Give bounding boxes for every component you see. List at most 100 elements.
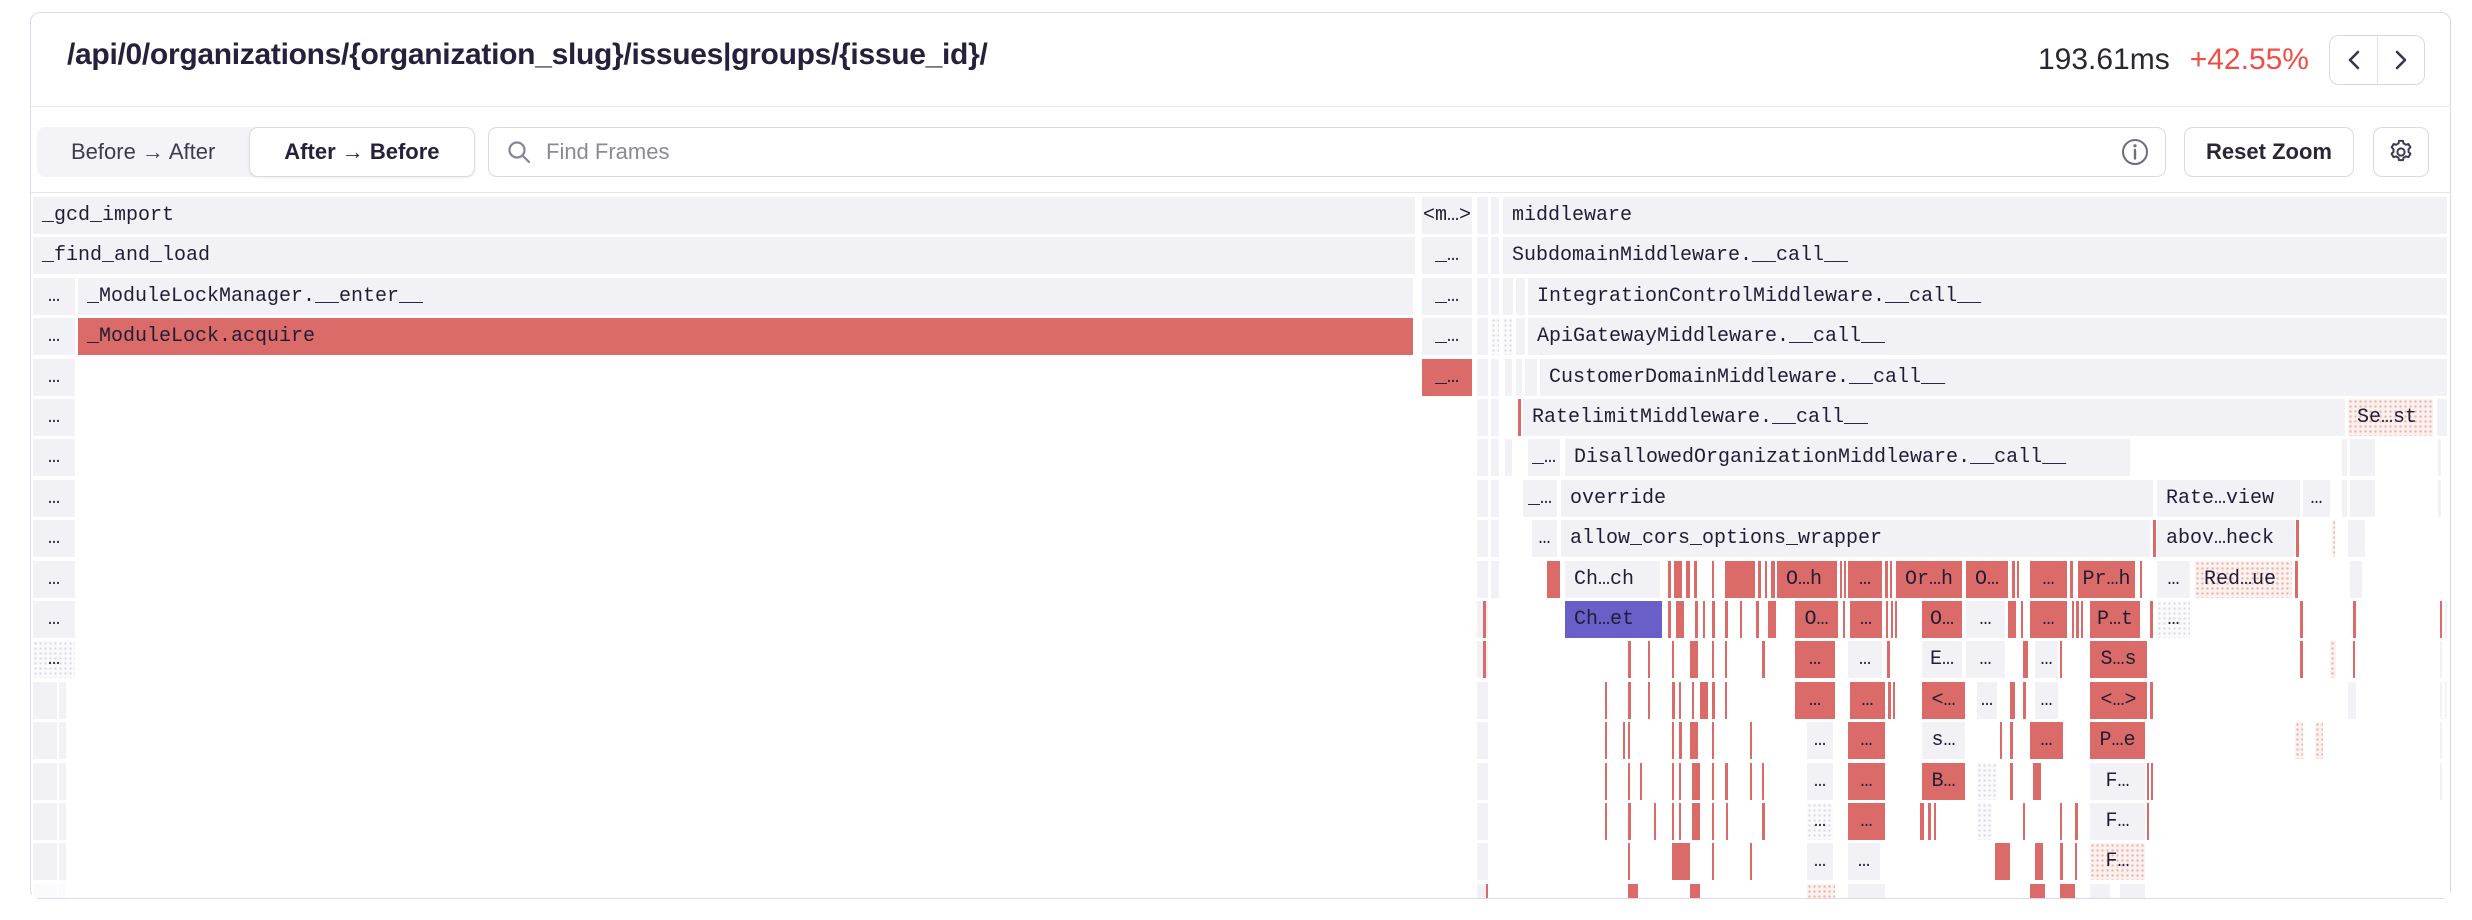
- flame-frame[interactable]: [2060, 803, 2062, 840]
- flame-frame[interactable]: [1890, 561, 1892, 598]
- flame-frame[interactable]: [2021, 601, 2023, 638]
- flame-frame[interactable]: [1885, 561, 1888, 598]
- flame-frame[interactable]: [2147, 803, 2149, 840]
- flame-frame[interactable]: CustomerDomainMiddleware.__call__: [1540, 359, 2447, 396]
- flame-frame[interactable]: [1477, 763, 1488, 800]
- flame-frame[interactable]: [2348, 682, 2356, 719]
- flame-frame[interactable]: [1491, 480, 1499, 517]
- flame-frame[interactable]: …: [33, 318, 75, 355]
- flame-frame[interactable]: [1628, 682, 1631, 719]
- flame-frame[interactable]: [1690, 722, 1698, 759]
- flame-frame[interactable]: …: [1848, 763, 1885, 800]
- flame-frame[interactable]: [2437, 399, 2447, 436]
- flame-frame[interactable]: [2350, 439, 2375, 476]
- flame-frame[interactable]: [1690, 641, 1698, 678]
- flame-frame[interactable]: [1672, 763, 1674, 800]
- flame-frame[interactable]: [2072, 601, 2074, 638]
- flame-frame[interactable]: F…: [2090, 843, 2145, 880]
- flame-frame[interactable]: [1605, 682, 1607, 719]
- flame-frame[interactable]: [1920, 803, 1924, 840]
- flame-frame[interactable]: Se…st: [2348, 399, 2433, 436]
- flame-frame[interactable]: [33, 682, 57, 719]
- flame-frame[interactable]: [2445, 601, 2447, 638]
- flame-frame[interactable]: [2342, 439, 2347, 476]
- flame-frame[interactable]: [1477, 843, 1488, 880]
- flame-frame[interactable]: Red…ue: [2195, 561, 2292, 598]
- flame-frame[interactable]: [2350, 561, 2362, 598]
- flame-frame[interactable]: P…e: [2090, 722, 2145, 759]
- flame-frame[interactable]: [1679, 682, 1681, 719]
- flame-frame[interactable]: [1844, 561, 1846, 598]
- flame-frame[interactable]: [2332, 520, 2335, 557]
- flame-frame[interactable]: …: [2030, 601, 2067, 638]
- flame-frame[interactable]: [2000, 722, 2002, 759]
- flame-frame[interactable]: [59, 884, 66, 898]
- flame-frame[interactable]: [1628, 843, 1630, 880]
- flame-frame[interactable]: O…: [1795, 601, 1838, 638]
- flame-frame[interactable]: Ch…et: [1565, 601, 1662, 638]
- flame-frame[interactable]: [2010, 722, 2013, 759]
- flame-frame[interactable]: [1525, 359, 1537, 396]
- flame-frame[interactable]: [59, 843, 66, 880]
- flame-frame[interactable]: [1840, 561, 1842, 598]
- flame-frame[interactable]: <…: [1922, 682, 1965, 719]
- flame-frame[interactable]: [1768, 601, 1776, 638]
- flame-frame[interactable]: [1886, 601, 1888, 638]
- flame-frame[interactable]: [1893, 682, 1895, 719]
- flame-frame[interactable]: [2076, 601, 2079, 638]
- flame-frame[interactable]: [1703, 601, 1705, 638]
- flame-frame[interactable]: [59, 763, 66, 800]
- flame-frame[interactable]: [33, 884, 57, 898]
- flame-frame[interactable]: …: [33, 399, 75, 436]
- flame-frame[interactable]: [1765, 561, 1767, 598]
- flame-frame[interactable]: …: [1966, 641, 2005, 678]
- flame-frame[interactable]: [1934, 803, 1936, 840]
- flame-frame[interactable]: _find_and_load: [33, 237, 1415, 274]
- flame-frame[interactable]: [2153, 520, 2156, 557]
- flame-frame[interactable]: Or…h: [1896, 561, 1962, 598]
- flame-frame[interactable]: [1516, 278, 1525, 315]
- flame-frame[interactable]: _…: [1528, 439, 1560, 476]
- flame-frame[interactable]: [1756, 601, 1759, 638]
- flame-frame[interactable]: [1477, 439, 1488, 476]
- flame-frame[interactable]: [1843, 601, 1845, 638]
- flame-frame[interactable]: [1750, 843, 1752, 880]
- flame-frame[interactable]: …: [2030, 561, 2067, 598]
- flame-frame[interactable]: [2440, 682, 2442, 719]
- flame-frame[interactable]: [1672, 843, 1690, 880]
- flame-frame[interactable]: …: [1807, 763, 1833, 800]
- flame-frame[interactable]: [1491, 439, 1499, 476]
- flame-frame[interactable]: [1977, 803, 1992, 840]
- flame-frame[interactable]: [2060, 641, 2062, 678]
- flame-frame[interactable]: [1491, 318, 1499, 355]
- flame-frame[interactable]: [2150, 601, 2153, 638]
- flame-frame[interactable]: [2342, 480, 2347, 517]
- flame-frame[interactable]: [1477, 359, 1488, 396]
- flame-frame[interactable]: …: [1807, 843, 1833, 880]
- flame-frame[interactable]: [1895, 601, 1897, 638]
- flame-frame[interactable]: Rate…view: [2157, 480, 2300, 517]
- flame-frame[interactable]: [33, 763, 57, 800]
- flame-frame[interactable]: [1679, 722, 1682, 759]
- flame-frame[interactable]: [1740, 601, 1742, 638]
- flame-frame[interactable]: [2081, 601, 2083, 638]
- flame-frame[interactable]: [1977, 763, 1997, 800]
- flame-frame[interactable]: [1491, 278, 1499, 315]
- reset-zoom-button[interactable]: Reset Zoom: [2184, 127, 2354, 177]
- flame-frame[interactable]: [59, 722, 66, 759]
- flame-frame[interactable]: …: [1848, 803, 1885, 840]
- flame-frame[interactable]: …: [2157, 561, 2190, 598]
- flame-frame[interactable]: …: [1807, 722, 1833, 759]
- flame-frame[interactable]: [1605, 803, 1607, 840]
- flame-frame[interactable]: [1725, 641, 1727, 678]
- flame-frame[interactable]: [1477, 803, 1488, 840]
- flame-frame[interactable]: O…: [1922, 601, 1962, 638]
- flame-frame[interactable]: [1491, 237, 1499, 274]
- flame-frame[interactable]: …: [1795, 682, 1835, 719]
- flame-frame[interactable]: …: [33, 480, 75, 517]
- flame-frame[interactable]: P…t: [2090, 601, 2140, 638]
- flame-frame[interactable]: [1995, 843, 2010, 880]
- flame-frame[interactable]: [2295, 722, 2303, 759]
- before-after-button[interactable]: Before → After: [37, 127, 249, 177]
- flame-frame[interactable]: _…: [1422, 359, 1472, 396]
